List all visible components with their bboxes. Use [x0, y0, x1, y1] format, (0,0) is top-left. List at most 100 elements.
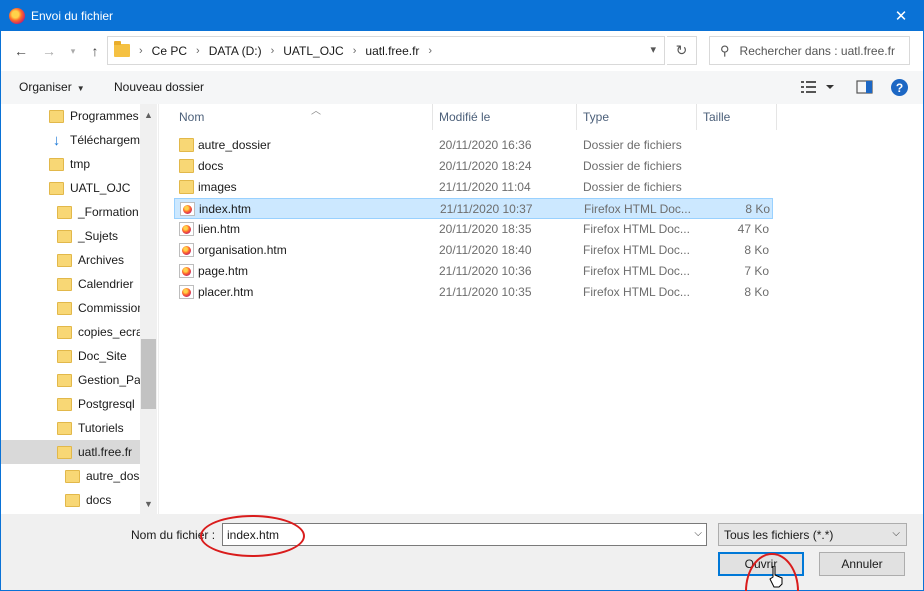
- file-type: Dossier de fichiers: [583, 180, 682, 194]
- chevron-right-icon[interactable]: ›: [271, 45, 275, 57]
- column-header-modified[interactable]: Modifié le: [433, 104, 577, 130]
- folder-icon: [179, 138, 194, 152]
- column-header-label: Modifié le: [439, 110, 491, 124]
- nav-item[interactable]: docs: [1, 488, 141, 512]
- nav-item[interactable]: Commission: [1, 296, 144, 320]
- scroll-thumb[interactable]: [141, 339, 156, 409]
- folder-icon: [57, 325, 72, 339]
- chevron-down-icon: ▾: [70, 45, 76, 56]
- chevron-right-icon: ›: [139, 44, 143, 57]
- nav-item[interactable]: _Sujets: [1, 224, 141, 248]
- nav-item[interactable]: Gestion_Pag: [1, 368, 147, 392]
- file-row[interactable]: index.htm 21/11/2020 10:37 Firefox HTML Do…: [174, 198, 773, 219]
- search-box[interactable]: ⚲: [709, 36, 910, 65]
- nav-item-label: _Formation: [78, 205, 139, 219]
- file-row[interactable]: images 21/11/2020 11:04 Dossier de fichier…: [174, 177, 773, 198]
- chevron-right-icon[interactable]: ›: [428, 45, 432, 57]
- nav-item[interactable]: Postgresql: [1, 392, 141, 416]
- nav-item-label: Calendrier: [78, 277, 134, 291]
- chevron-down-icon[interactable]: ▾: [650, 43, 656, 56]
- nav-item-label: _Sujets: [78, 229, 119, 243]
- help-button[interactable]: ?: [891, 79, 908, 96]
- download-icon: ↓: [52, 131, 61, 149]
- cancel-button[interactable]: Annuler: [819, 552, 905, 576]
- breadcrumb-item[interactable]: uatl.free.fr: [365, 44, 419, 58]
- file-row[interactable]: placer.htm 21/11/2020 10:35 Firefox HTML D…: [174, 282, 773, 303]
- file-modified: 21/11/2020 10:36: [439, 264, 532, 278]
- file-size: 8 Ko: [744, 243, 769, 257]
- folder-icon: [49, 181, 64, 195]
- nav-item[interactable]: autre_doss: [1, 464, 145, 488]
- recent-locations-button[interactable]: ▾: [63, 41, 83, 61]
- breadcrumb-item[interactable]: DATA (D:): [209, 44, 262, 58]
- chevron-right-icon[interactable]: ›: [353, 45, 357, 57]
- firefox-icon: [9, 7, 25, 24]
- arrow-up-icon: ↑: [91, 43, 99, 59]
- file-type: Firefox HTML Doc...: [583, 243, 690, 257]
- file-name: autre_dossier: [198, 138, 271, 152]
- annotation-ellipse-filename: [200, 515, 305, 557]
- file-row[interactable]: organisation.htm 20/11/2020 18:40 Firefox …: [174, 240, 773, 261]
- file-modified: 21/11/2020 10:37: [440, 202, 533, 216]
- file-row[interactable]: page.htm 21/11/2020 10:36 Firefox HTML Doc…: [174, 261, 773, 282]
- scroll-down-icon[interactable]: ▼: [140, 495, 157, 512]
- chevron-right-icon[interactable]: ›: [196, 45, 200, 57]
- close-button[interactable]: ✕: [878, 0, 924, 31]
- search-input[interactable]: [739, 43, 900, 58]
- nav-item[interactable]: Programmes: [1, 104, 141, 128]
- close-icon: ✕: [894, 7, 908, 25]
- folder-icon: [57, 301, 72, 315]
- column-header-type[interactable]: Type: [577, 104, 697, 130]
- preview-pane-icon: [856, 80, 873, 94]
- title-bar: Envoi du fichier ✕: [0, 0, 924, 31]
- address-row: ← → ▾ ↑ › Ce PC › DATA (D:) › UATL_OJC ›…: [1, 31, 923, 71]
- mouse-cursor-icon: [769, 566, 783, 588]
- refresh-button[interactable]: ↻: [667, 36, 697, 65]
- nav-item-label: docs: [86, 493, 112, 507]
- preview-pane-button[interactable]: [856, 79, 874, 98]
- nav-item[interactable]: ↓ Téléchargeme: [1, 128, 147, 152]
- firefox-html-icon: [179, 222, 194, 236]
- new-folder-label: Nouveau dossier: [114, 80, 205, 94]
- file-name: docs: [198, 159, 224, 173]
- sort-ascending-icon: ︿: [311, 106, 321, 117]
- file-row[interactable]: autre_dossier 20/11/2020 16:36 Dossier de …: [174, 135, 773, 156]
- address-bar[interactable]: › Ce PC › DATA (D:) › UATL_OJC › uatl.fr…: [107, 36, 665, 65]
- file-row[interactable]: lien.htm 20/11/2020 18:35 Firefox HTML Doc…: [174, 219, 773, 240]
- file-name: organisation.htm: [198, 243, 287, 257]
- view-options-button[interactable]: [801, 79, 835, 98]
- folder-icon: [114, 41, 130, 57]
- nav-item[interactable]: Calendrier: [1, 272, 141, 296]
- nav-item[interactable]: Doc_Site: [1, 344, 141, 368]
- nav-item[interactable]: uatl.free.fr: [1, 440, 141, 464]
- nav-item[interactable]: Archives: [1, 248, 141, 272]
- column-header-label: Type: [583, 110, 610, 124]
- folder-icon: [57, 349, 72, 363]
- file-row[interactable]: docs 20/11/2020 18:24 Dossier de fichiers: [174, 156, 773, 177]
- column-header-name[interactable]: Nom ︿: [173, 104, 433, 130]
- chevron-down-icon[interactable]: ⌵: [694, 528, 702, 539]
- breadcrumb-item[interactable]: UATL_OJC: [283, 44, 343, 58]
- breadcrumb-item[interactable]: Ce PC: [152, 44, 187, 58]
- nav-item[interactable]: copies_ecra: [1, 320, 143, 344]
- new-folder-button[interactable]: Nouveau dossier: [114, 80, 204, 94]
- nav-item[interactable]: Tutoriels: [1, 416, 141, 440]
- back-button[interactable]: ←: [11, 41, 31, 61]
- nav-item[interactable]: tmp: [1, 152, 141, 176]
- up-button[interactable]: ↑: [85, 41, 105, 61]
- organize-button[interactable]: Organiser ▼: [19, 80, 85, 94]
- nav-item[interactable]: _Formation: [1, 200, 141, 224]
- firefox-html-icon: [180, 202, 195, 216]
- column-header-size[interactable]: Taille: [697, 104, 777, 130]
- chevron-down-icon: ▼: [76, 84, 85, 93]
- folder-icon: [57, 229, 72, 243]
- nav-item[interactable]: UATL_OJC: [1, 176, 141, 200]
- chevron-down-icon: ⌵: [892, 528, 900, 539]
- file-name: index.htm: [199, 202, 252, 216]
- nav-scrollbar[interactable]: ▲ ▼: [140, 104, 157, 514]
- scroll-up-icon[interactable]: ▲: [140, 106, 157, 123]
- forward-button[interactable]: →: [39, 41, 59, 61]
- file-type-filter[interactable]: Tous les fichiers (*.*) ⌵: [718, 523, 907, 546]
- folder-icon: [57, 205, 72, 219]
- folder-icon: [179, 159, 194, 173]
